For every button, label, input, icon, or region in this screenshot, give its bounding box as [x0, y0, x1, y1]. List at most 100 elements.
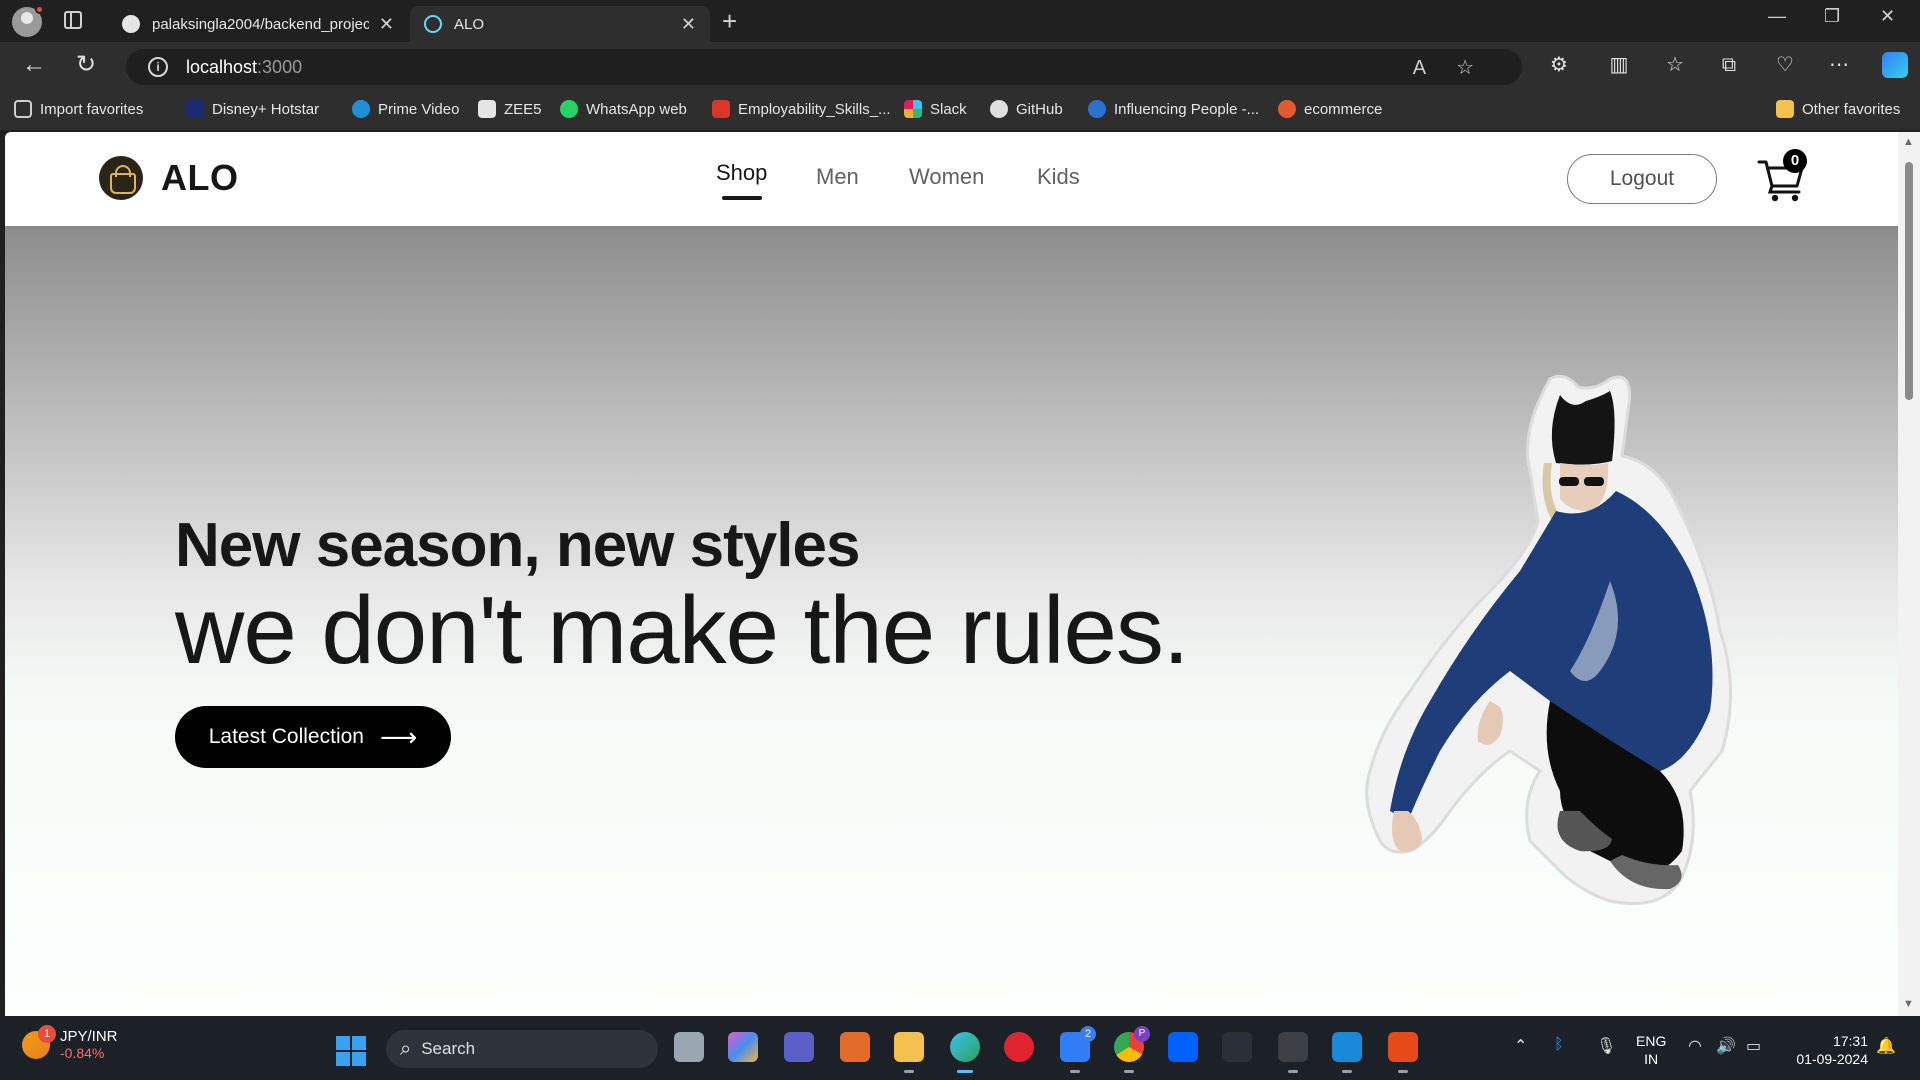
- nav-kids[interactable]: Kids: [1037, 164, 1080, 190]
- refresh-icon[interactable]: ↻: [76, 52, 96, 78]
- opera-icon[interactable]: [1004, 1032, 1034, 1062]
- minimize-icon[interactable]: —: [1768, 6, 1786, 27]
- chrome-icon[interactable]: P: [1114, 1026, 1150, 1073]
- fav-whatsapp-web[interactable]: WhatsApp web: [560, 100, 687, 118]
- language-indicator[interactable]: ENG IN: [1636, 1032, 1666, 1068]
- close-window-icon[interactable]: ✕: [1880, 6, 1895, 27]
- site-navbar: ALO Shop Men Women Kids Logout 0: [5, 132, 1898, 226]
- import-icon: [14, 100, 32, 118]
- widget-title: JPY/INR: [60, 1028, 118, 1045]
- new-tab-button[interactable]: +: [722, 6, 737, 37]
- dropbox-icon[interactable]: [1168, 1032, 1198, 1062]
- split-screen-icon[interactable]: ▥: [1608, 54, 1630, 76]
- copilot-icon[interactable]: [1882, 52, 1908, 78]
- file-explorer-icon[interactable]: [894, 1032, 924, 1073]
- volume-icon[interactable]: 🔊: [1716, 1036, 1736, 1056]
- profile-avatar[interactable]: [12, 5, 44, 37]
- close-icon[interactable]: ✕: [379, 14, 394, 35]
- teams-icon[interactable]: [784, 1032, 814, 1062]
- cart-count-badge: 0: [1783, 149, 1807, 173]
- site-info-icon[interactable]: i: [148, 57, 168, 77]
- scroll-up-icon[interactable]: ▲: [1903, 136, 1914, 148]
- favorites-icon[interactable]: ☆: [1664, 54, 1686, 76]
- read-aloud-icon[interactable]: A: [1413, 57, 1456, 79]
- tab-actions-icon[interactable]: [64, 11, 82, 29]
- react-icon: [424, 15, 442, 33]
- restore-icon[interactable]: ❐: [1824, 6, 1840, 27]
- copilot-app-icon[interactable]: [728, 1032, 758, 1062]
- notifications-bell-icon[interactable]: 🔔: [1876, 1036, 1896, 1056]
- edge-icon[interactable]: [950, 1032, 980, 1073]
- scrollbar-thumb[interactable]: [1905, 162, 1913, 400]
- fav-import-favorites[interactable]: Import favorites: [14, 100, 143, 118]
- pdf-icon: [712, 100, 730, 118]
- bluetooth-icon[interactable]: ᛒ: [1554, 1036, 1564, 1054]
- github-icon: [990, 100, 1008, 118]
- fav-influencing-people[interactable]: Influencing People -...: [1088, 100, 1259, 118]
- fav-other-favorites[interactable]: Other favorites: [1776, 100, 1900, 118]
- github-icon: [122, 15, 140, 33]
- page-scrollbar[interactable]: ▲ ▼: [1898, 132, 1920, 1016]
- hotstar-icon: [186, 100, 204, 118]
- tab-title: ALO: [454, 15, 485, 33]
- task-view-icon[interactable]: [674, 1032, 704, 1062]
- wifi-icon[interactable]: ◠: [1688, 1036, 1702, 1056]
- fav-label: ZEE5: [504, 100, 542, 118]
- brand[interactable]: ALO: [99, 156, 239, 200]
- fav-ecommerce[interactable]: ecommerce: [1278, 100, 1382, 118]
- mail-badge: 2: [1080, 1026, 1096, 1042]
- nav-shop[interactable]: Shop: [716, 160, 767, 186]
- mail-icon[interactable]: 2: [1060, 1026, 1096, 1073]
- chrome-profile-badge: P: [1134, 1026, 1150, 1042]
- cq-app-icon[interactable]: [840, 1032, 870, 1062]
- performance-icon[interactable]: ♡: [1774, 54, 1796, 76]
- lang-region: IN: [1644, 1051, 1659, 1067]
- hero-section: New season, new styles we don't make the…: [5, 226, 1898, 1016]
- fav-label: Other favorites: [1802, 100, 1901, 118]
- latest-collection-button[interactable]: Latest Collection ⟶: [175, 706, 451, 768]
- clock-date: 01-09-2024: [1796, 1051, 1868, 1067]
- terminal-icon[interactable]: [1278, 1032, 1308, 1073]
- page-viewport: ALO Shop Men Women Kids Logout 0 New sea…: [5, 132, 1898, 1016]
- extensions-icon[interactable]: ⚙: [1548, 54, 1570, 76]
- hero-tagline: we don't make the rules.: [175, 577, 1190, 684]
- nav-active-underline: [722, 196, 762, 200]
- fav-disney-hotstar[interactable]: Disney+ Hotstar: [186, 100, 319, 118]
- fav-label: Import favorites: [40, 100, 144, 118]
- nav-men[interactable]: Men: [816, 164, 859, 190]
- scroll-down-icon[interactable]: ▼: [1903, 998, 1914, 1010]
- fav-github[interactable]: GitHub: [990, 100, 1063, 118]
- tab-title: palaksingla2004/backend_project: [152, 15, 369, 33]
- wps-office-icon[interactable]: [1388, 1032, 1418, 1073]
- browser-toolbar: ← ↻ i localhost :3000 A☆ ⚙ ▥ ☆ ⧉ ♡ ⋯: [0, 42, 1920, 90]
- start-button[interactable]: [336, 1036, 366, 1066]
- fav-prime-video[interactable]: Prime Video: [352, 100, 459, 118]
- zee5-icon: [478, 100, 496, 118]
- favorite-star-icon[interactable]: ☆: [1456, 57, 1504, 79]
- chevron-up-icon[interactable]: ⌃: [1514, 1036, 1527, 1056]
- collections-icon[interactable]: ⧉: [1718, 54, 1740, 76]
- tab-github[interactable]: palaksingla2004/backend_project ✕: [108, 6, 408, 42]
- taskbar-search[interactable]: ⌕ Search: [386, 1030, 658, 1068]
- microphone-icon[interactable]: 🎙: [1596, 1036, 1616, 1056]
- fav-slack[interactable]: Slack: [904, 100, 967, 118]
- close-icon[interactable]: ✕: [681, 14, 696, 35]
- fav-employability-skills[interactable]: Employability_Skills_...: [712, 100, 891, 118]
- folder-icon: [1776, 100, 1794, 118]
- widgets-button[interactable]: 1 JPY/INR -0.84%: [22, 1024, 118, 1061]
- tab-alo[interactable]: ALO ✕: [410, 6, 710, 42]
- clock[interactable]: 17:31 01-09-2024: [1788, 1032, 1868, 1068]
- nav-women[interactable]: Women: [909, 164, 984, 190]
- fav-label: WhatsApp web: [586, 100, 687, 118]
- battery-icon[interactable]: ▭: [1746, 1036, 1761, 1056]
- brand-name: ALO: [161, 157, 239, 198]
- fav-label: Influencing People -...: [1114, 100, 1260, 118]
- terminal-alt-icon[interactable]: [1222, 1032, 1252, 1062]
- logout-button[interactable]: Logout: [1567, 154, 1717, 204]
- fav-zee5[interactable]: ZEE5: [478, 100, 542, 118]
- vscode-icon[interactable]: [1332, 1032, 1362, 1073]
- browser-titlebar: palaksingla2004/backend_project ✕ ALO ✕ …: [0, 0, 1920, 42]
- back-icon[interactable]: ←: [22, 52, 46, 78]
- address-bar[interactable]: i localhost :3000 A☆: [126, 49, 1522, 85]
- more-icon[interactable]: ⋯: [1828, 54, 1850, 76]
